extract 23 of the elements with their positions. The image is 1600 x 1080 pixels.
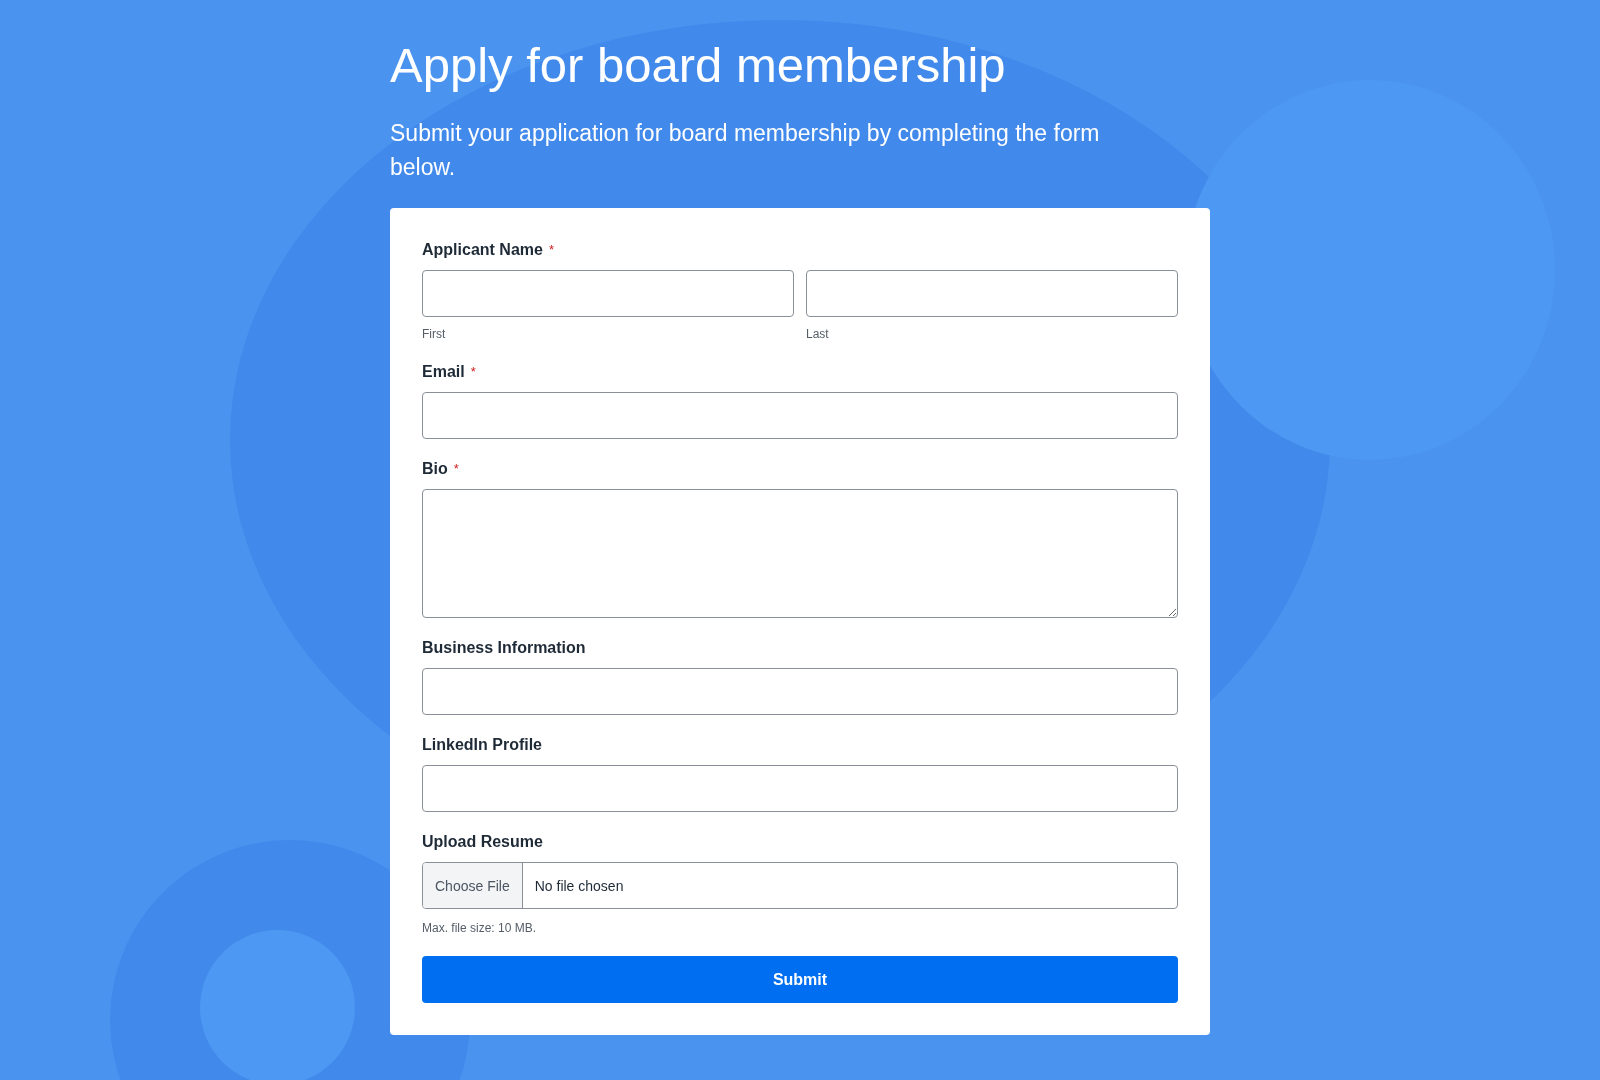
field-label: Applicant Name	[422, 240, 543, 260]
required-mark: *	[470, 363, 476, 381]
field-label: Upload Resume	[422, 832, 543, 852]
input-field[interactable]	[806, 270, 1178, 317]
page-title: Apply for board membership	[390, 37, 1007, 94]
page-subtitle: Submit your application for board membership by completing the form below.	[390, 119, 1101, 182]
file-field[interactable]: Choose File No file chosen	[422, 862, 1178, 909]
sublabel: First	[422, 327, 446, 341]
input-field[interactable]	[422, 392, 1178, 439]
input-field[interactable]	[422, 270, 794, 317]
field-label: Business Information	[422, 638, 586, 658]
required-mark: *	[453, 460, 459, 478]
file-status: No file chosen	[533, 877, 624, 894]
file-size-hint: Max. file size: 10 MB.	[422, 921, 537, 935]
field-label: LinkedIn Profile	[422, 735, 542, 755]
input-field[interactable]	[422, 668, 1178, 715]
choose-file-button[interactable]: Choose File	[423, 863, 523, 908]
submit-button[interactable]: Submit	[422, 956, 1178, 1003]
field-label: Email	[422, 362, 465, 382]
input-field[interactable]	[422, 765, 1178, 812]
required-mark: *	[548, 241, 554, 259]
sublabel: Last	[806, 327, 829, 341]
field-label: Bio	[422, 459, 448, 479]
